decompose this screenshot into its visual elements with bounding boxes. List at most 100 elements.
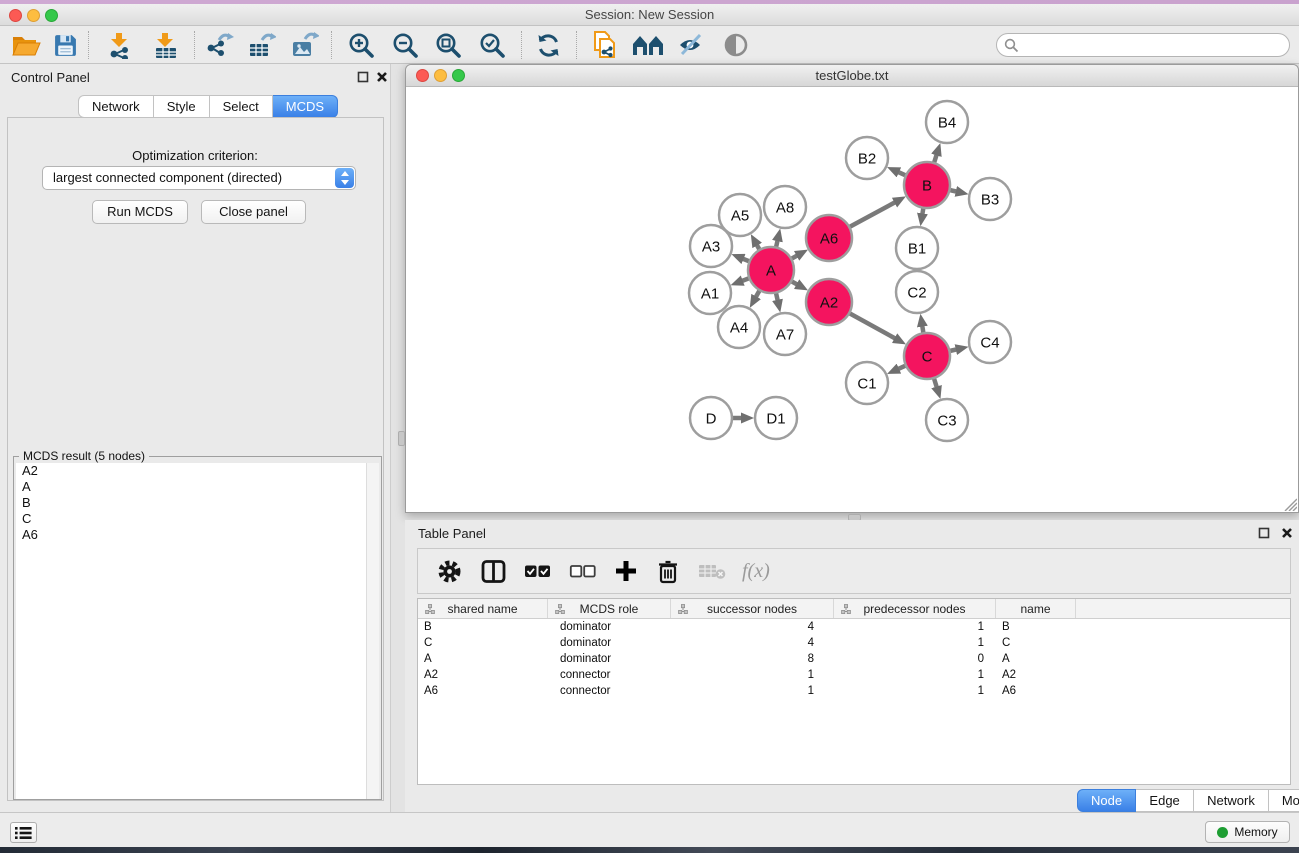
graph-node-A2[interactable]: A2	[806, 279, 852, 325]
cell-predecessor-nodes[interactable]: 1	[834, 667, 996, 683]
cell-mcds-role[interactable]: dominator	[548, 651, 671, 667]
optimization-select[interactable]: largest connected component (directed)	[42, 166, 356, 190]
table-row-a[interactable]: Adominator80A	[418, 651, 1290, 667]
float-panel-icon[interactable]	[357, 71, 369, 83]
select-all-icon[interactable]	[524, 563, 551, 579]
duplicate-network-icon[interactable]	[586, 28, 624, 62]
cell-predecessor-nodes[interactable]: 1	[834, 619, 996, 635]
close-table-panel-icon[interactable]	[1281, 527, 1293, 539]
graph-node-D[interactable]: D	[690, 397, 732, 439]
export-image-icon[interactable]	[286, 28, 324, 62]
zoom-out-icon[interactable]	[386, 28, 424, 62]
float-table-panel-icon[interactable]	[1258, 527, 1270, 539]
tab-network-table[interactable]: Network Table	[1194, 789, 1269, 812]
vertical-divider-grip[interactable]	[398, 431, 405, 446]
cell-mcds-role[interactable]: connector	[548, 667, 671, 683]
graph-node-A8[interactable]: A8	[764, 186, 806, 228]
window-resize-grip[interactable]	[1282, 496, 1297, 511]
graph-node-B2[interactable]: B2	[846, 137, 888, 179]
show-all-icon[interactable]	[717, 28, 755, 62]
cell-mcds-role[interactable]: connector	[548, 683, 671, 699]
cell-predecessor-nodes[interactable]: 1	[834, 683, 996, 699]
cell-predecessor-nodes[interactable]: 0	[834, 651, 996, 667]
first-neighbors-icon[interactable]	[629, 28, 667, 62]
table-row-a6[interactable]: A6connector11A6	[418, 683, 1290, 699]
network-canvas[interactable]: AA1A2A3A4A5A6A7A8BB1B2B3B4CC1C2C3C4DD1	[406, 88, 1298, 512]
column-header-name[interactable]: name	[996, 599, 1076, 618]
cell-shared-name[interactable]: A2	[418, 667, 548, 683]
tab-motifs[interactable]: Motifs	[1269, 789, 1299, 812]
cell-predecessor-nodes[interactable]: 1	[834, 635, 996, 651]
graph-node-B4[interactable]: B4	[926, 101, 968, 143]
graph-node-A1[interactable]: A1	[689, 272, 731, 314]
import-network-icon[interactable]	[101, 28, 139, 62]
deselect-all-icon[interactable]	[569, 563, 596, 579]
add-column-icon[interactable]	[614, 559, 638, 583]
graph-node-C2[interactable]: C2	[896, 271, 938, 313]
mcds-result-item-a6[interactable]: A6	[16, 527, 368, 543]
zoom-in-icon[interactable]	[342, 28, 380, 62]
graph-node-C[interactable]: C	[904, 333, 950, 379]
cell-successor-nodes[interactable]: 8	[671, 651, 834, 667]
table-row-c[interactable]: Cdominator41C	[418, 635, 1290, 651]
tab-style[interactable]: Style	[154, 95, 210, 118]
refresh-view-icon[interactable]	[529, 28, 567, 62]
close-panel-button[interactable]: Close panel	[201, 200, 306, 224]
graph-node-A[interactable]: A	[748, 247, 794, 293]
tab-edge-table[interactable]: Edge Table	[1136, 789, 1194, 812]
zoom-fit-icon[interactable]	[429, 28, 467, 62]
graph-node-C4[interactable]: C4	[969, 321, 1011, 363]
graph-node-A6[interactable]: A6	[806, 215, 852, 261]
cell-successor-nodes[interactable]: 1	[671, 667, 834, 683]
mcds-result-list[interactable]: A2ABCA6	[16, 463, 368, 799]
graph-node-B1[interactable]: B1	[896, 227, 938, 269]
cell-shared-name[interactable]: A6	[418, 683, 548, 699]
table-settings-icon[interactable]	[436, 558, 463, 585]
mcds-result-item-b[interactable]: B	[16, 495, 368, 511]
graph-node-A7[interactable]: A7	[764, 313, 806, 355]
mcds-result-item-a2[interactable]: A2	[16, 463, 368, 479]
column-header-successor-nodes[interactable]: successor nodes	[671, 599, 834, 618]
memory-button[interactable]: Memory	[1205, 821, 1290, 843]
graph-node-A4[interactable]: A4	[718, 306, 760, 348]
graph-node-D1[interactable]: D1	[755, 397, 797, 439]
show-columns-icon[interactable]	[481, 559, 506, 584]
tab-network[interactable]: Network	[78, 95, 154, 118]
open-file-icon[interactable]	[7, 28, 45, 62]
column-header-shared-name[interactable]: shared name	[418, 599, 548, 618]
tab-select[interactable]: Select	[210, 95, 273, 118]
mcds-result-item-a[interactable]: A	[16, 479, 368, 495]
graph-node-B3[interactable]: B3	[969, 178, 1011, 220]
cell-name[interactable]: A2	[996, 667, 1076, 683]
run-mcds-button[interactable]: Run MCDS	[92, 200, 188, 224]
export-table-icon[interactable]	[243, 28, 281, 62]
table-row-b[interactable]: Bdominator41B	[418, 619, 1290, 635]
table-row-a2[interactable]: A2connector11A2	[418, 667, 1290, 683]
cell-name[interactable]: A6	[996, 683, 1076, 699]
graph-node-C3[interactable]: C3	[926, 399, 968, 441]
zoom-selected-icon[interactable]	[473, 28, 511, 62]
export-network-icon[interactable]	[201, 28, 239, 62]
tab-mcds[interactable]: MCDS	[273, 95, 338, 118]
cell-shared-name[interactable]: B	[418, 619, 548, 635]
graph-node-B[interactable]: B	[904, 162, 950, 208]
cell-mcds-role[interactable]: dominator	[548, 635, 671, 651]
hide-selected-icon[interactable]	[672, 28, 710, 62]
cell-name[interactable]: C	[996, 635, 1076, 651]
cell-shared-name[interactable]: A	[418, 651, 548, 667]
mcds-result-scrollbar[interactable]	[366, 463, 379, 799]
graph-node-C1[interactable]: C1	[846, 362, 888, 404]
cell-successor-nodes[interactable]: 4	[671, 619, 834, 635]
import-table-icon[interactable]	[147, 28, 185, 62]
cell-mcds-role[interactable]: dominator	[548, 619, 671, 635]
column-header-predecessor-nodes[interactable]: predecessor nodes	[834, 599, 996, 618]
close-panel-icon[interactable]	[376, 71, 388, 83]
cell-successor-nodes[interactable]: 4	[671, 635, 834, 651]
cell-name[interactable]: A	[996, 651, 1076, 667]
cell-name[interactable]: B	[996, 619, 1076, 635]
tab-node-table[interactable]: Node Table	[1077, 789, 1136, 812]
cell-successor-nodes[interactable]: 1	[671, 683, 834, 699]
column-header-mcds-role[interactable]: MCDS role	[548, 599, 671, 618]
mcds-result-item-c[interactable]: C	[16, 511, 368, 527]
search-input[interactable]	[1023, 36, 1283, 54]
